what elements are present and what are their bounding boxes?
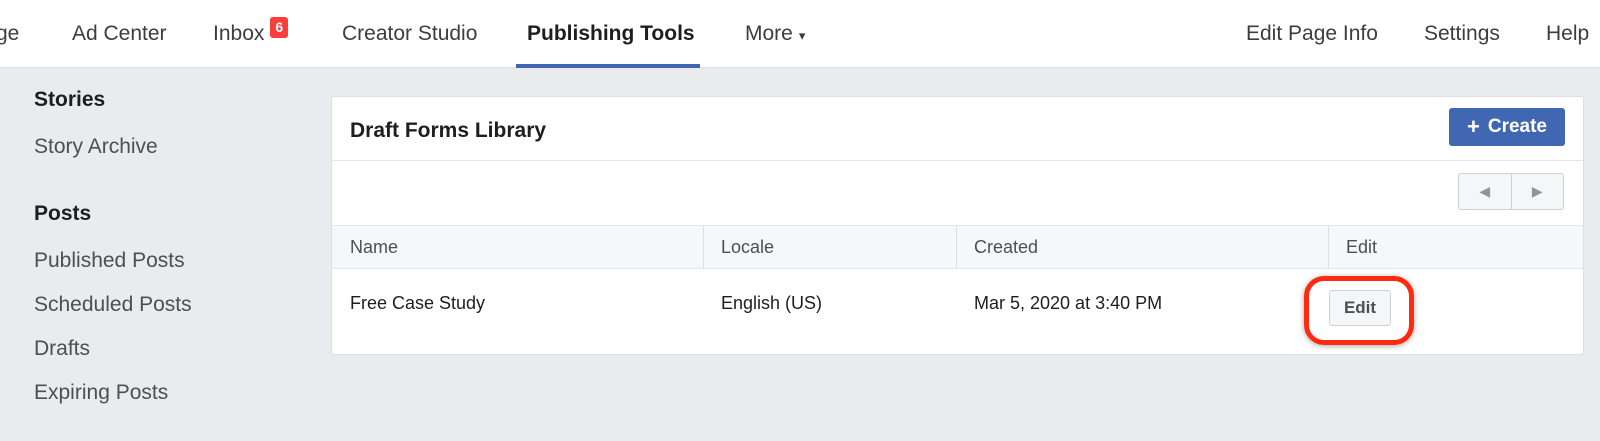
active-tab-indicator xyxy=(516,64,700,68)
nav-item-label: ge xyxy=(0,22,20,45)
nav-item-inbox[interactable]: Inbox 6 xyxy=(213,0,289,68)
create-button-label: Create xyxy=(1487,116,1547,137)
sidebar-item-story-archive[interactable]: Story Archive xyxy=(34,135,158,159)
sidebar-heading-stories: Stories xyxy=(34,88,106,111)
column-header-created[interactable]: Created xyxy=(956,226,1038,268)
triangle-right-icon: ▶ xyxy=(1531,183,1543,199)
nav-item-label: Edit Page Info xyxy=(1246,22,1378,45)
nav-item-ad-center[interactable]: Ad Center xyxy=(72,0,167,68)
cell-locale: English (US) xyxy=(721,293,823,313)
nav-item-creator-studio[interactable]: Creator Studio xyxy=(342,0,477,68)
sidebar-item-published-posts[interactable]: Published Posts xyxy=(34,249,185,273)
panel-title: Draft Forms Library xyxy=(350,119,547,142)
prev-page-button[interactable]: ◀ xyxy=(1459,174,1511,209)
create-button[interactable]: + Create xyxy=(1449,108,1565,146)
nav-item-label: Help xyxy=(1546,22,1590,45)
highlight-circle xyxy=(1304,276,1414,345)
pagination-controls: ◀ ▶ xyxy=(1458,173,1564,210)
nav-item-label: Ad Center xyxy=(72,22,167,45)
nav-item-more[interactable]: More ▾ xyxy=(745,0,805,68)
nav-item-label: Publishing Tools xyxy=(527,22,695,45)
nav-item-label: Creator Studio xyxy=(342,22,478,45)
column-header-locale[interactable]: Locale xyxy=(703,226,774,268)
nav-item-edit-page-info[interactable]: Edit Page Info xyxy=(1246,0,1378,68)
panel-divider xyxy=(332,160,1583,161)
triangle-left-icon: ◀ xyxy=(1479,183,1491,199)
nav-item-label: Settings xyxy=(1424,22,1500,45)
column-header-edit: Edit xyxy=(1346,236,1378,257)
sidebar-item-scheduled-posts[interactable]: Scheduled Posts xyxy=(34,293,192,317)
nav-item-label: More xyxy=(745,22,793,45)
nav-item-help[interactable]: Help xyxy=(1546,0,1589,68)
top-nav: ge Ad Center Inbox 6 Creator Studio Publ… xyxy=(0,0,1600,68)
sidebar-item-drafts[interactable]: Drafts xyxy=(34,337,90,361)
nav-item-label: Inbox xyxy=(213,22,265,45)
plus-icon: + xyxy=(1466,114,1480,139)
column-header-name[interactable]: Name xyxy=(332,226,398,268)
cell-name: Free Case Study xyxy=(350,293,486,313)
nav-item-publishing-tools[interactable]: Publishing Tools xyxy=(527,0,695,68)
table-header: Name Locale Created Edit xyxy=(332,225,1583,269)
next-page-button[interactable]: ▶ xyxy=(1510,174,1564,209)
sidebar-item-expiring-posts[interactable]: Expiring Posts xyxy=(34,381,168,405)
sidebar-heading-posts: Posts xyxy=(34,202,92,225)
caret-down-icon: ▾ xyxy=(798,27,806,43)
inbox-count-badge: 6 xyxy=(270,16,289,38)
cell-created: Mar 5, 2020 at 3:40 PM xyxy=(974,293,1163,313)
nav-item-settings[interactable]: Settings xyxy=(1424,0,1500,68)
nav-item-page[interactable]: ge xyxy=(0,0,19,68)
